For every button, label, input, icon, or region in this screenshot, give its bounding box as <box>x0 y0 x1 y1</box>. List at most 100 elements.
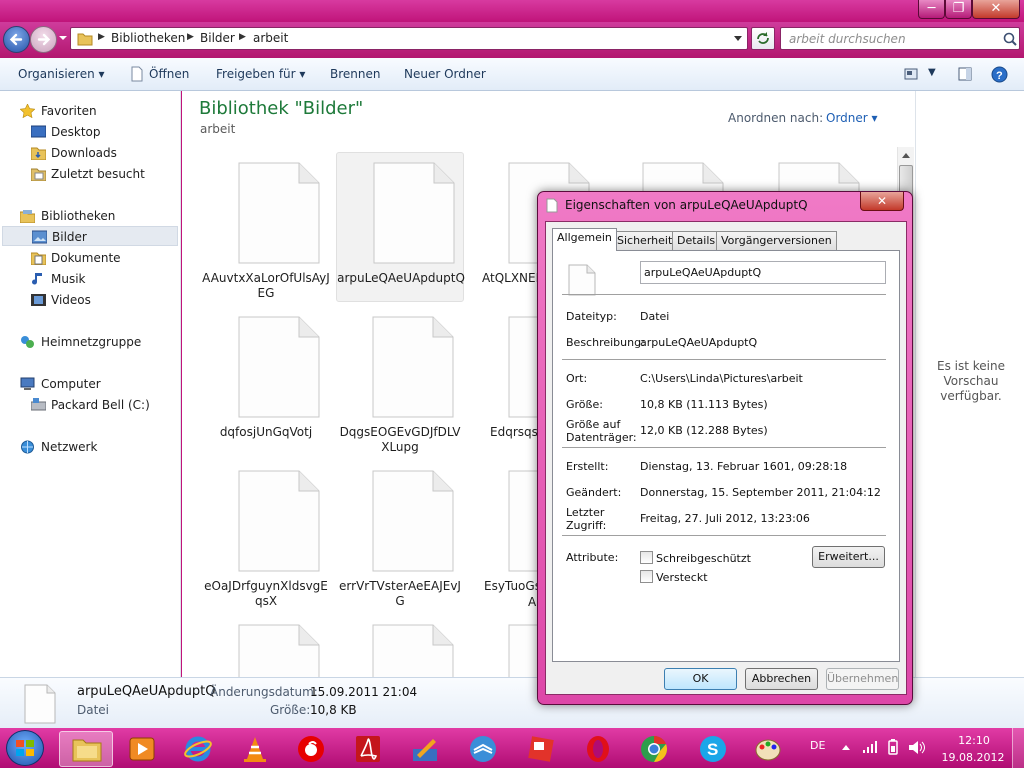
taskbar-vlc-button[interactable] <box>228 731 282 767</box>
tab-previous-versions[interactable]: Vorgängerversionen <box>716 231 837 250</box>
share-button[interactable]: Freigeben für ▾ <box>216 67 305 81</box>
library-subtitle: arbeit <box>200 122 236 136</box>
filename-input[interactable]: arpuLeQAeUApduptQ <box>640 261 886 284</box>
file-item[interactable]: DqgsEOGEvGDJfDLVXLupg <box>336 307 464 457</box>
minimize-button[interactable]: ─ <box>918 0 945 19</box>
sidebar-item-music[interactable]: Musik <box>0 269 181 289</box>
sidebar-item-downloads[interactable]: Downloads <box>0 143 181 163</box>
file-item[interactable]: AAuvtxXaLorOfUlsAyJEG <box>202 153 330 303</box>
apply-button[interactable]: Übernehmen <box>826 668 899 690</box>
power-icon[interactable] <box>886 739 900 755</box>
breadcrumb-item-bibliotheken[interactable]: Bibliotheken <box>111 31 185 45</box>
paint-brush-icon <box>413 739 437 761</box>
file-item[interactable]: dqfosjUnGqVotj <box>202 307 330 457</box>
network-icon <box>21 440 34 454</box>
taskbar-vodafone-button[interactable] <box>284 731 338 767</box>
taskbar-paint-tool-button[interactable] <box>398 731 452 767</box>
view-options-chevron-icon[interactable]: ▼ <box>928 67 936 78</box>
breadcrumb-item-arbeit[interactable]: arbeit <box>253 31 288 45</box>
mail-client-icon <box>470 736 496 762</box>
cancel-button[interactable]: Abbrechen <box>745 668 818 690</box>
organize-button[interactable]: Organisieren ▾ <box>18 67 105 81</box>
taskbar-opera-button[interactable] <box>571 731 625 767</box>
show-hidden-icons-icon[interactable] <box>841 743 851 751</box>
sidebar-item-drive-c[interactable]: Packard Bell (C:) <box>0 395 181 415</box>
preview-pane: Es ist keine Vorschau verfügbar. <box>915 91 1024 677</box>
skype-icon: S <box>700 736 726 762</box>
network-signal-icon[interactable] <box>862 740 878 754</box>
sidebar-item-videos[interactable]: Videos <box>0 290 181 310</box>
recent-places-icon <box>31 168 46 181</box>
taskbar-thunderbird-button[interactable] <box>456 731 510 767</box>
burn-button[interactable]: Brennen <box>330 67 380 81</box>
breadcrumb-item-bilder[interactable]: Bilder <box>200 31 235 45</box>
divider <box>562 359 886 360</box>
taskbar-explorer-button[interactable] <box>59 731 113 767</box>
scroll-up-arrow-icon[interactable] <box>901 151 911 159</box>
file-name: AAuvtxXaLorOfUlsAyJEG <box>202 271 330 300</box>
window-title-bar <box>0 0 1024 22</box>
advanced-button[interactable]: Erweitert... <box>812 546 885 568</box>
explorer-folder-icon <box>72 739 102 762</box>
sidebar-item-pictures[interactable]: Bilder <box>2 226 178 246</box>
search-input[interactable]: arbeit durchsuchen <box>789 32 906 46</box>
close-button[interactable]: ✕ <box>972 0 1020 19</box>
maximize-button[interactable]: ❐ <box>945 0 972 19</box>
hard-drive-icon <box>31 398 46 411</box>
address-history-chevron-icon[interactable] <box>733 35 743 43</box>
volume-icon[interactable] <box>908 740 926 755</box>
sidebar-item-desktop[interactable]: Desktop <box>0 122 181 142</box>
ok-button[interactable]: OK <box>664 668 737 690</box>
show-desktop-button[interactable] <box>1012 728 1024 768</box>
file-item[interactable]: eOaJDrfguynXldsvgEqsX <box>202 461 330 611</box>
tab-security[interactable]: Sicherheit <box>612 231 678 250</box>
homegroup-icon <box>21 336 34 348</box>
new-folder-button[interactable]: Neuer Ordner <box>404 67 486 81</box>
change-view-icon[interactable] <box>904 68 918 80</box>
taskbar-media-player-button[interactable] <box>115 731 169 767</box>
readonly-checkbox[interactable] <box>640 551 653 564</box>
file-item[interactable]: errVrTVsterAeEAJEvJG <box>336 461 464 611</box>
preview-pane-icon[interactable] <box>958 67 972 81</box>
file-item-selected[interactable]: arpuLeQAeUApduptQ <box>336 152 465 302</box>
sidebar-item-recent[interactable]: Zuletzt besucht <box>0 164 181 184</box>
dialog-title: Eigenschaften von arpuLeQAeUApduptQ <box>565 198 808 212</box>
help-icon[interactable]: ? <box>991 66 1008 83</box>
search-icon[interactable] <box>1003 32 1017 46</box>
recent-pages-dropdown[interactable] <box>58 33 68 43</box>
arrange-by-dropdown[interactable]: Ordner ▾ <box>826 111 878 125</box>
input-language-indicator[interactable]: DE <box>810 739 825 752</box>
blank-document-icon <box>372 316 454 418</box>
taskbar-acrobat-button[interactable] <box>341 731 395 767</box>
start-button[interactable] <box>6 730 44 766</box>
search-box[interactable]: arbeit durchsuchen <box>780 27 1020 50</box>
taskbar-skype-button[interactable]: S <box>686 731 740 767</box>
tab-details[interactable]: Details <box>672 231 721 250</box>
file-item[interactable] <box>336 615 464 677</box>
tab-general[interactable]: Allgemein <box>552 228 617 251</box>
clock-time[interactable]: 12:10 <box>945 734 1003 747</box>
sidebar-item-documents[interactable]: Dokumente <box>0 248 181 268</box>
hidden-checkbox[interactable] <box>640 570 653 583</box>
file-name: dqfosjUnGqVotj <box>219 425 313 439</box>
back-button[interactable] <box>3 26 30 53</box>
sidebar-item-network[interactable]: Netzwerk <box>0 437 181 457</box>
sidebar-item-computer[interactable]: Computer <box>0 374 181 394</box>
taskbar-chrome-button[interactable] <box>627 731 681 767</box>
sidebar-item-homegroup[interactable]: Heimnetzgruppe <box>0 332 181 352</box>
clock-date[interactable]: 19.08.2012 <box>940 751 1006 764</box>
sidebar-item-libraries[interactable]: Bibliotheken <box>0 206 181 226</box>
file-item[interactable] <box>202 615 330 677</box>
address-bar[interactable]: ▶ Bibliotheken ▶ Bilder ▶ arbeit <box>70 27 748 50</box>
refresh-button[interactable] <box>751 27 775 50</box>
taskbar-internet-explorer-button[interactable] <box>171 731 225 767</box>
details-size-value: 10,8 KB <box>310 703 357 717</box>
dialog-close-button[interactable]: ✕ <box>860 192 904 211</box>
size-on-disk-label-line2: Datenträger: <box>566 431 637 444</box>
sidebar-item-favorites[interactable]: Favoriten <box>0 101 181 121</box>
blank-document-icon <box>238 470 320 572</box>
taskbar-paint-button[interactable] <box>741 731 795 767</box>
forward-button[interactable] <box>30 26 57 53</box>
taskbar-app-button[interactable] <box>514 731 568 767</box>
open-button[interactable]: Öffnen <box>149 67 189 81</box>
